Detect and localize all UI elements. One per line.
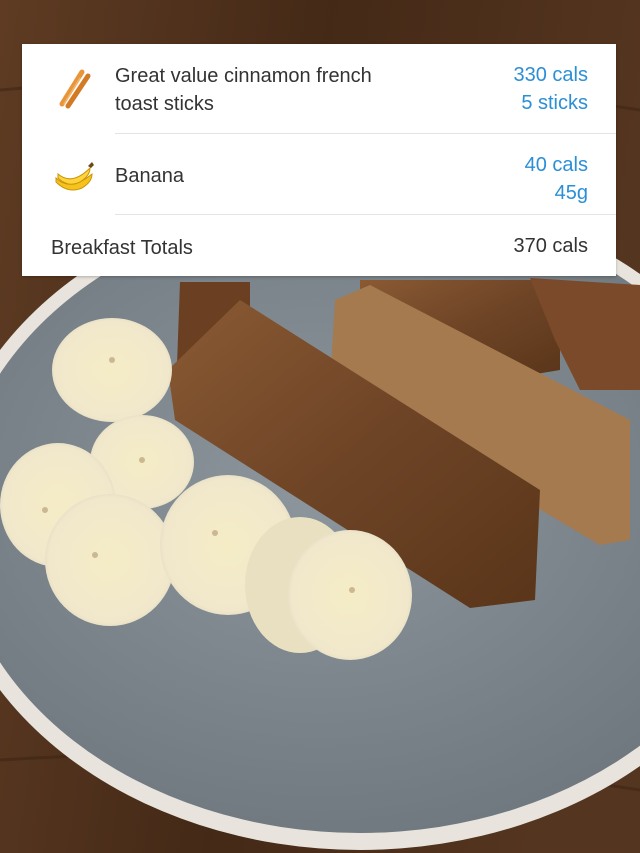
- banana-icon: [52, 152, 96, 196]
- food-name: Great value cinnamon french toast sticks: [115, 62, 445, 118]
- food-log-card: Great value cinnamon french toast sticks…: [22, 44, 616, 276]
- food-entry-row[interactable]: Banana 40 cals 45g: [22, 134, 616, 214]
- totals-calories: 370 cals: [513, 235, 589, 257]
- food-calories: 40 cals: [524, 154, 588, 176]
- food-name: Banana: [115, 162, 445, 190]
- food-quantity: 5 sticks: [521, 92, 588, 114]
- food-quantity: 45g: [554, 182, 588, 204]
- cinnamon-stick-icon: [52, 66, 96, 110]
- food-name-line: Banana: [115, 165, 184, 187]
- food-calories: 330 cals: [513, 64, 589, 86]
- row-divider: [115, 214, 616, 215]
- food-entry-row[interactable]: Great value cinnamon french toast sticks…: [22, 44, 616, 134]
- food-name-line: Great value cinnamon french: [115, 65, 372, 87]
- food-name-line: toast sticks: [115, 93, 214, 115]
- totals-label: Breakfast Totals: [51, 237, 193, 259]
